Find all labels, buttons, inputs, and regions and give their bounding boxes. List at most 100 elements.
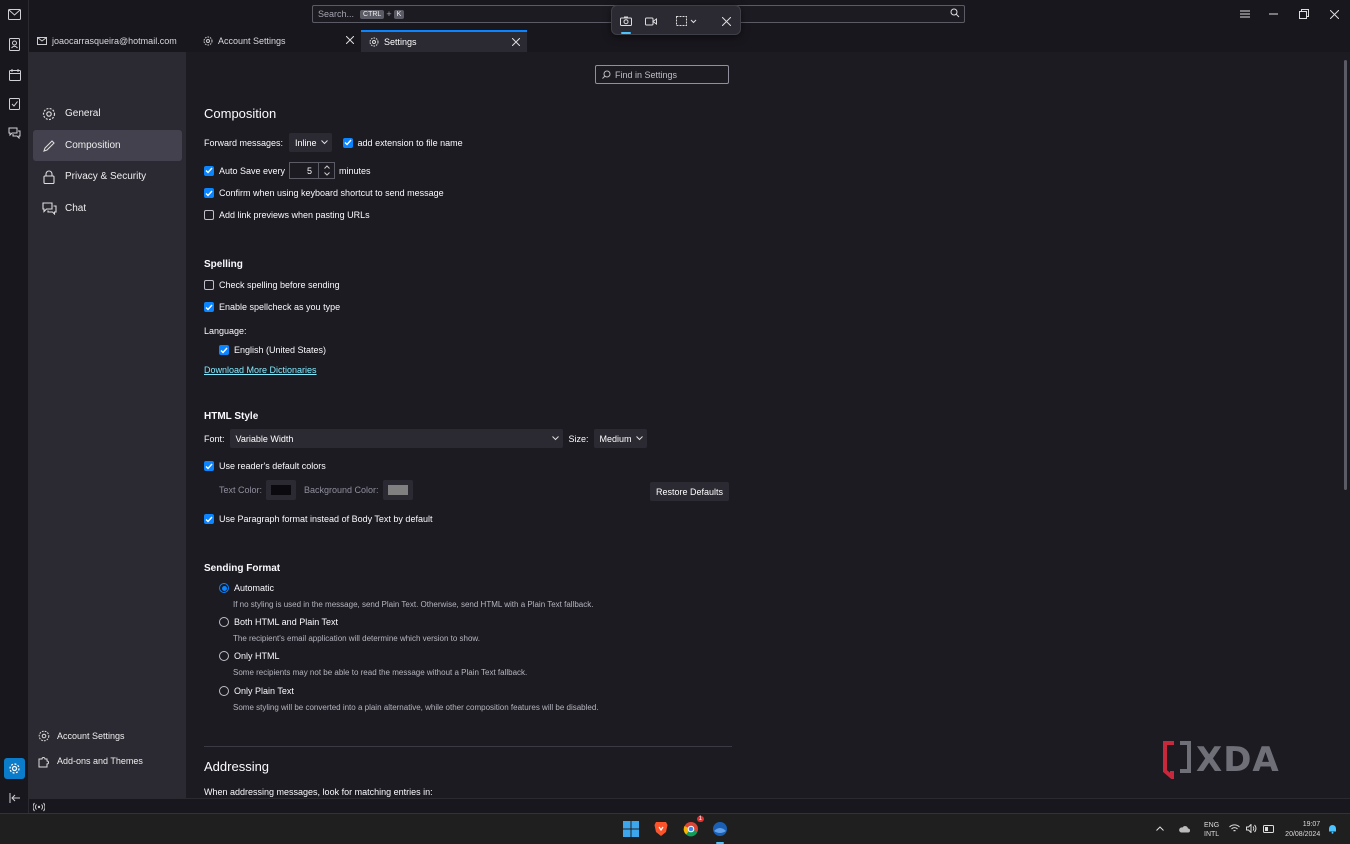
lock-icon (41, 169, 57, 185)
add-extension-checkbox[interactable] (342, 137, 353, 148)
text-color-picker[interactable] (266, 480, 297, 500)
settings-content: Find in Settings Composition Forward mes… (186, 52, 1342, 798)
autosave-checkbox[interactable] (204, 165, 214, 176)
sending-option-only-plain[interactable]: Only Plain Text (219, 685, 294, 697)
shortcut-plus: + (386, 9, 392, 19)
size-label: Size: (568, 433, 589, 444)
find-in-settings-input[interactable]: Find in Settings (595, 65, 729, 84)
sending-option-only-html[interactable]: Only HTML (219, 650, 280, 662)
minimize-icon[interactable] (1265, 6, 1283, 22)
calendar-icon[interactable] (4, 64, 25, 85)
nav-addons-themes-link[interactable]: Add-ons and Themes (37, 751, 143, 771)
language-english-checkbox[interactable] (219, 345, 229, 355)
camera-icon[interactable] (617, 12, 635, 30)
os-taskbar: 1 ENG INTL 19:07 20/08/2024 (0, 813, 1350, 844)
paragraph-format-row: Use Paragraph format instead of Body Tex… (204, 513, 432, 525)
input-language-indicator[interactable]: ENG INTL (1204, 821, 1219, 839)
search-icon[interactable] (950, 8, 960, 20)
color-pickers-row: Text Color: Background Color: (219, 480, 421, 500)
check-spelling-checkbox[interactable] (204, 280, 214, 290)
restore-icon[interactable] (1295, 6, 1313, 22)
radio-only-html[interactable] (219, 651, 229, 661)
tab-settings[interactable]: Settings (361, 30, 527, 52)
autosave-row: Auto Save every 5 minutes (204, 162, 371, 179)
battery-icon[interactable] (1263, 824, 1275, 835)
mail-icon[interactable] (4, 4, 25, 25)
nav-item-privacy-security[interactable]: Privacy & Security (33, 161, 182, 192)
radio-automatic[interactable] (219, 583, 229, 593)
collapse-spaces-icon[interactable] (4, 787, 25, 808)
reader-colors-row: Use reader's default colors (204, 460, 326, 472)
shortcut-key-ctrl: CTRL (360, 9, 385, 19)
nav-item-general[interactable]: General (33, 98, 182, 129)
clock[interactable]: 19:07 20/08/2024 (1285, 820, 1320, 840)
forward-messages-row: Forward messages: Inline add extension t… (204, 132, 463, 153)
radio-description: The recipient's email application will d… (233, 634, 480, 643)
download-dictionaries-link[interactable]: Download More Dictionaries (204, 365, 317, 375)
close-icon[interactable] (511, 37, 521, 47)
language-code: ENG (1204, 821, 1220, 829)
check-spelling-row: Check spelling before sending (204, 279, 340, 291)
forward-messages-select[interactable]: Inline (289, 133, 332, 152)
chevron-up-icon[interactable] (319, 163, 334, 171)
autosave-minutes-stepper[interactable]: 5 (289, 162, 336, 179)
restore-defaults-button[interactable]: Restore Defaults (650, 482, 729, 501)
font-select[interactable]: Variable Width (229, 429, 563, 448)
chevron-down-icon (320, 140, 328, 145)
scrollbar-thumb[interactable] (1344, 60, 1347, 490)
nav-item-composition[interactable]: Composition (33, 130, 182, 161)
tasks-icon[interactable] (4, 93, 25, 114)
snipping-toolbar (611, 5, 741, 35)
chevron-down-icon[interactable] (319, 171, 334, 179)
settings-gear-icon[interactable] (4, 758, 25, 779)
chevron-down-icon (551, 436, 559, 441)
radio-only-plain[interactable] (219, 686, 229, 696)
chevron-up-icon[interactable] (1156, 826, 1164, 833)
paragraph-format-checkbox[interactable] (204, 514, 214, 524)
paragraph-format-label: Use Paragraph format instead of Body Tex… (219, 514, 433, 524)
settings-scrollbar[interactable] (1342, 52, 1350, 798)
volume-icon[interactable] (1246, 823, 1257, 835)
forward-messages-value: Inline (295, 137, 317, 148)
link-previews-checkbox[interactable] (204, 210, 214, 220)
chat-icon[interactable] (4, 122, 25, 143)
close-window-icon[interactable] (1325, 6, 1343, 22)
sending-option-both[interactable]: Both HTML and Plain Text (219, 616, 338, 628)
forward-messages-label: Forward messages: (204, 137, 284, 148)
background-color-picker[interactable] (382, 480, 413, 500)
snip-close-icon[interactable] (718, 12, 734, 30)
video-icon[interactable] (642, 12, 660, 30)
nav-account-settings-link[interactable]: Account Settings (37, 726, 125, 746)
wifi-icon[interactable] (1229, 824, 1241, 835)
sending-option-automatic[interactable]: Automatic (219, 582, 274, 594)
app-menu-icon[interactable] (1236, 6, 1254, 22)
tab-account-settings[interactable]: Account Settings (195, 30, 361, 52)
windows-start-icon[interactable] (621, 819, 641, 839)
tab-mail[interactable]: joaocarrasqueira@hotmail.com (29, 30, 195, 52)
chrome-browser-icon[interactable]: 1 (681, 816, 704, 839)
language-variant: INTL (1204, 830, 1220, 838)
address-book-icon[interactable] (4, 34, 25, 55)
section-title-html-style: HTML Style (204, 411, 259, 422)
thunderbird-icon[interactable] (710, 819, 730, 844)
autosave-label: Auto Save every (219, 165, 286, 176)
chat-bubble-icon (41, 201, 57, 217)
snip-mode-icon[interactable] (674, 12, 700, 30)
nav-item-chat[interactable]: Chat (33, 193, 182, 224)
language-english-row: English (United States) (219, 344, 326, 356)
brave-browser-icon[interactable] (651, 819, 671, 839)
find-placeholder: Find in Settings (615, 69, 678, 80)
onedrive-cloud-icon[interactable] (1178, 825, 1190, 835)
spellcheck-type-checkbox[interactable] (204, 302, 214, 312)
size-select[interactable]: Medium (593, 429, 647, 448)
confirm-shortcut-checkbox[interactable] (204, 188, 214, 198)
font-row: Font: Variable Width Size: Medium (204, 428, 647, 449)
nav-item-label: General (65, 108, 101, 119)
close-icon[interactable] (345, 35, 355, 45)
language-english-label: English (United States) (234, 345, 327, 355)
notification-bell-icon[interactable] (1328, 824, 1337, 836)
tab-label: joaocarrasqueira@hotmail.com (52, 36, 177, 46)
reader-colors-checkbox[interactable] (204, 461, 214, 471)
account-settings-icon (203, 36, 213, 46)
radio-both[interactable] (219, 617, 229, 627)
